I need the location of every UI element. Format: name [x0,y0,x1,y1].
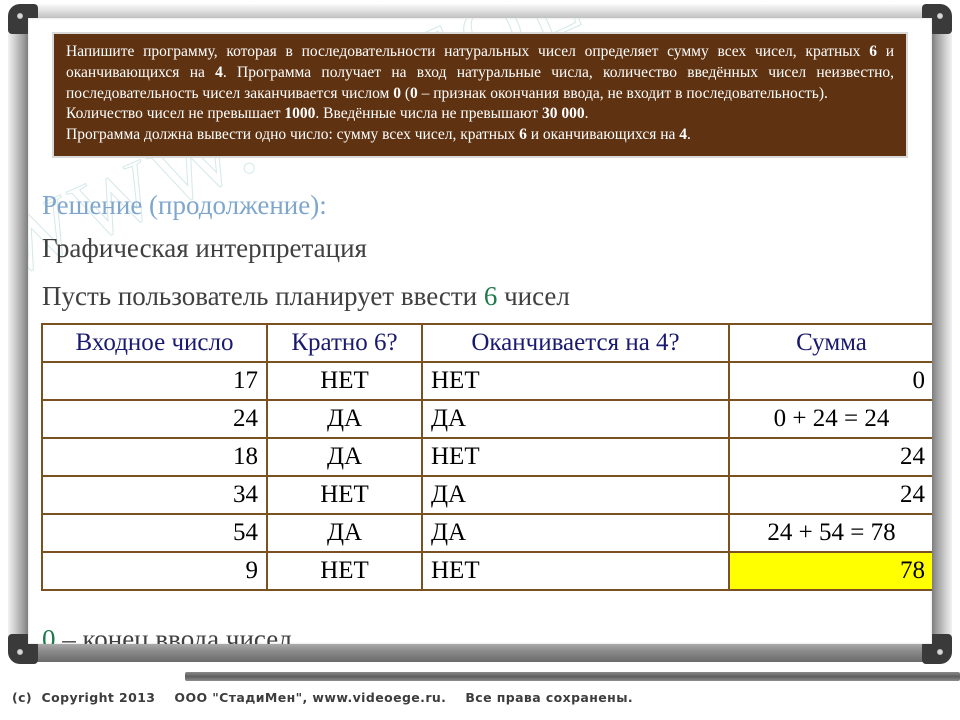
table-row: 24 ДА ДА 0 + 24 = 24 [41,399,932,439]
frame-left-edge [8,16,30,656]
whiteboard-frame: WWW.VIDEOEGE.RU Напишите программу, кото… [8,4,952,668]
table-row: 9 НЕТ НЕТ 78 [41,551,932,591]
cell-multiple-of-6: ДА [266,399,423,439]
table-row: 18 ДА НЕТ 24 [41,437,932,477]
cell-running-sum: 78 [728,551,932,591]
cell-ends-with-4: ДА [421,399,730,439]
heading-solution: Решение (продолжение): [42,190,327,220]
let-line-prefix: Пусть пользователь планирует ввести [42,281,484,311]
cell-running-sum: 24 [728,475,932,515]
cell-input-number: 24 [41,399,268,439]
footer-divider-bar [185,672,960,681]
cell-multiple-of-6: НЕТ [266,361,423,401]
cell-running-sum: 0 [728,361,932,401]
frame-right-edge [930,16,952,656]
cell-multiple-of-6: ДА [266,513,423,553]
cell-input-number: 54 [41,513,268,553]
cell-running-sum: 24 [728,437,932,477]
column-header-ends-with: Оканчивается на 4? [421,323,730,363]
table-header-row: Входное число Кратно 6? Оканчивается на … [41,323,932,363]
cell-ends-with-4: ДА [421,475,730,515]
task-statement-box: Напишите программу, которая в последоват… [52,32,908,158]
task-paragraph-1: Напишите программу, которая в последоват… [66,43,895,102]
whiteboard-surface: WWW.VIDEOEGE.RU Напишите программу, кото… [28,18,932,644]
copyright-notice: (c) Copyright 2013 ООО "СтадиМен", www.v… [12,690,634,705]
trace-table: Входное число Кратно 6? Оканчивается на … [41,323,932,591]
cell-input-number: 9 [41,551,268,591]
end-note-zero: 0 [42,624,56,644]
cell-input-number: 17 [41,361,268,401]
heading-graphic-interpretation: Графическая интерпретация [42,233,367,263]
cell-multiple-of-6: НЕТ [266,551,423,591]
let-user-enter-line: Пусть пользователь планирует ввести 6 чи… [42,281,570,312]
end-note-text: – конец ввода чисел [55,624,292,644]
cell-running-sum: 0 + 24 = 24 [728,399,932,439]
task-paragraph-3: Программа должна вывести одно число: сум… [66,126,691,144]
column-header-input: Входное число [41,323,268,363]
task-paragraph-2: Количество чисел не превышает 1000. Введ… [66,105,589,123]
cell-ends-with-4: НЕТ [421,361,730,401]
column-header-multiple: Кратно 6? [266,323,423,363]
end-of-input-note: 0 – конец ввода чисел [42,624,292,644]
cell-ends-with-4: ДА [421,513,730,553]
cell-running-sum: 24 + 54 = 78 [728,513,932,553]
table-row: 54 ДА ДА 24 + 54 = 78 [41,513,932,553]
cell-ends-with-4: НЕТ [421,551,730,591]
cell-ends-with-4: НЕТ [421,437,730,477]
trace-table-wrapper: Входное число Кратно 6? Оканчивается на … [41,323,932,591]
let-line-count: 6 [483,281,498,311]
table-row: 17 НЕТ НЕТ 0 [41,361,932,401]
cell-multiple-of-6: ДА [266,437,423,477]
cell-multiple-of-6: НЕТ [266,475,423,515]
table-body: 17 НЕТ НЕТ 0 24 ДА ДА 0 + 24 = 24 18 ДА НЕТ 24 34 НЕТ… [41,361,932,591]
let-line-suffix: чисел [497,281,570,311]
cell-input-number: 34 [41,475,268,515]
table-row: 34 НЕТ ДА 24 [41,475,932,515]
slide-stage: WWW.VIDEOEGE.RU Напишите программу, кото… [0,0,960,720]
column-header-sum: Сумма [728,323,932,363]
cell-input-number: 18 [41,437,268,477]
